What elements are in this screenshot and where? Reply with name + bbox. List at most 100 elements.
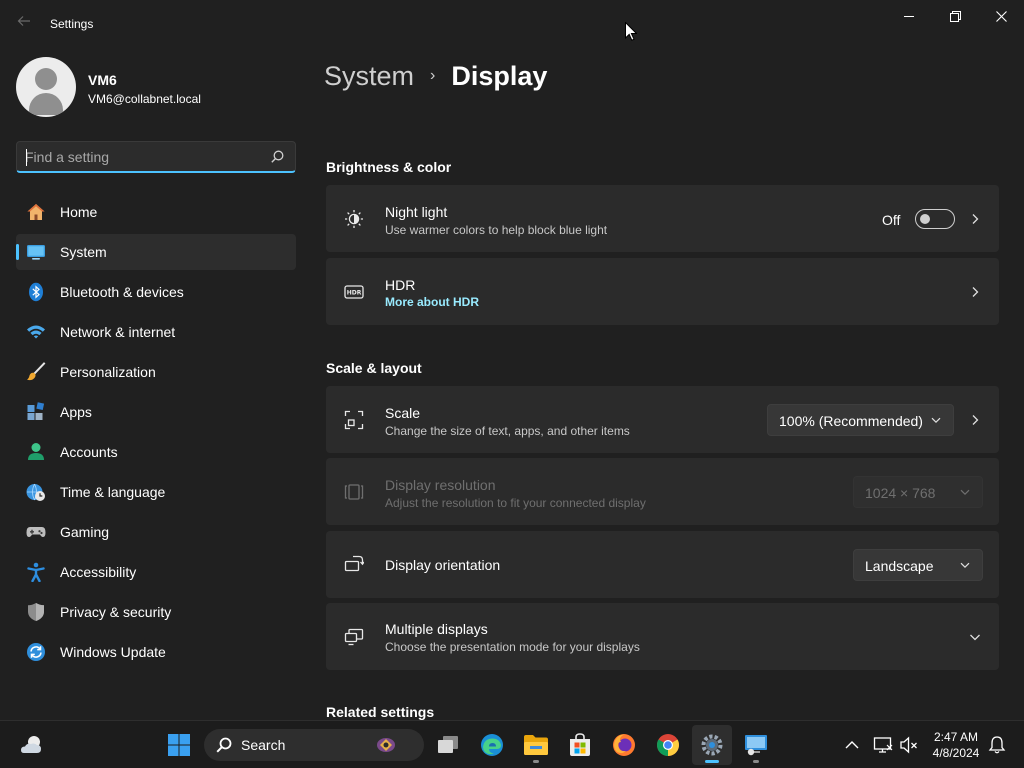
shield-icon xyxy=(28,603,44,621)
search-icon[interactable] xyxy=(271,150,284,163)
file-explorer-taskbar-button[interactable] xyxy=(516,725,556,765)
chevron-down-icon[interactable] xyxy=(969,631,981,643)
back-button[interactable] xyxy=(12,12,36,36)
scale-title: Scale xyxy=(385,405,421,421)
hdr-card[interactable]: HDR HDR More about HDR xyxy=(326,258,999,325)
sidebar-item-time-language[interactable]: Time & language xyxy=(16,474,296,510)
restore-button[interactable] xyxy=(935,4,975,28)
sidebar-item-label: Personalization xyxy=(60,364,156,380)
widgets-icon xyxy=(21,736,41,753)
close-button[interactable] xyxy=(981,4,1021,28)
bluetooth-icon xyxy=(29,282,43,302)
display-orientation-title: Display orientation xyxy=(385,557,501,573)
svg-text:HDR: HDR xyxy=(347,290,362,297)
orientation-icon xyxy=(344,555,364,572)
sidebar-item-label: Gaming xyxy=(60,524,110,540)
display-resolution-subtitle: Adjust the resolution to fit your connec… xyxy=(385,496,646,510)
volume-muted-tray-icon[interactable] xyxy=(899,735,919,755)
sidebar-item-network[interactable]: Network & internet xyxy=(16,314,296,350)
multiple-displays-title: Multiple displays xyxy=(385,621,488,637)
title-bar: Settings xyxy=(0,0,1024,48)
widgets-button[interactable] xyxy=(12,725,52,765)
night-light-toggle-state: Off xyxy=(882,212,901,228)
close-icon xyxy=(995,10,1007,22)
settings-app-icon xyxy=(701,734,723,756)
sidebar-item-apps[interactable]: Apps xyxy=(16,394,296,430)
chevron-right-icon[interactable] xyxy=(969,213,981,225)
settings-window: Settings VM6 VM6@collabnet.local Home xyxy=(0,0,1024,720)
chevron-right-icon: › xyxy=(430,67,436,84)
network-tray-icon[interactable] xyxy=(873,735,893,755)
sidebar-item-label: System xyxy=(60,244,107,260)
task-view-icon xyxy=(438,736,458,753)
multiple-displays-icon xyxy=(344,628,364,646)
hdr-icon: HDR xyxy=(344,285,364,299)
section-title-brightness: Brightness & color xyxy=(326,159,452,175)
taskbar-search-label: Search xyxy=(241,737,286,753)
clock-date: 4/8/2024 xyxy=(932,746,980,760)
sidebar-item-bluetooth[interactable]: Bluetooth & devices xyxy=(16,274,296,310)
chrome-taskbar-button[interactable] xyxy=(648,725,688,765)
sidebar-item-accessibility[interactable]: Accessibility xyxy=(16,554,296,590)
sidebar-item-personalization[interactable]: Personalization xyxy=(16,354,296,390)
sidebar-item-system[interactable]: System xyxy=(16,234,296,270)
sidebar-item-windows-update[interactable]: Windows Update xyxy=(16,634,296,670)
chevron-right-icon[interactable] xyxy=(969,286,981,298)
display-resolution-card: Display resolution Adjust the resolution… xyxy=(326,458,999,525)
chevron-right-icon[interactable] xyxy=(969,414,981,426)
display-orientation-card[interactable]: Display orientation Landscape xyxy=(326,531,999,598)
wifi-icon xyxy=(27,325,45,339)
scale-dropdown[interactable]: 100% (Recommended) xyxy=(767,404,954,436)
sidebar-item-privacy-security[interactable]: Privacy & security xyxy=(16,594,296,630)
store-taskbar-button[interactable] xyxy=(560,725,600,765)
sidebar-item-accounts[interactable]: Accounts xyxy=(16,434,296,470)
resolution-dropdown-value: 1024 × 768 xyxy=(865,485,936,501)
settings-search-box[interactable] xyxy=(16,141,296,173)
settings-taskbar-button[interactable] xyxy=(692,725,732,765)
hdr-title: HDR xyxy=(385,277,416,293)
sidebar-item-gaming[interactable]: Gaming xyxy=(16,514,296,550)
sidebar-item-home[interactable]: Home xyxy=(16,194,296,230)
task-view-button[interactable] xyxy=(428,725,468,765)
accessibility-icon xyxy=(27,562,45,582)
apps-icon xyxy=(27,402,45,420)
resolution-dropdown: 1024 × 768 xyxy=(853,476,983,508)
scale-subtitle: Change the size of text, apps, and other… xyxy=(385,424,630,438)
show-hidden-icons-chevron-icon[interactable] xyxy=(842,735,862,755)
scale-icon xyxy=(344,410,364,430)
taskbar-clock[interactable]: 2:47 AM 4/8/2024 xyxy=(922,729,990,761)
sidebar-nav: Home System Bluetooth & devices Network … xyxy=(16,194,296,674)
sidebar-item-label: Windows Update xyxy=(60,644,166,660)
minimize-icon xyxy=(904,16,914,17)
app-title: Settings xyxy=(50,17,94,31)
display-resolution-title: Display resolution xyxy=(385,477,496,493)
multiple-displays-subtitle: Choose the presentation mode for your di… xyxy=(385,640,640,654)
night-light-toggle[interactable] xyxy=(915,209,955,229)
more-about-hdr-link[interactable]: More about HDR xyxy=(385,295,479,309)
taskbar-search[interactable]: Search xyxy=(204,729,424,761)
chevron-down-icon xyxy=(931,417,941,424)
start-icon xyxy=(168,734,190,756)
notification-bell-icon[interactable] xyxy=(987,735,1007,755)
search-highlight-icon xyxy=(377,738,395,752)
breadcrumb-parent-link[interactable]: System xyxy=(324,61,414,92)
scale-card[interactable]: Scale Change the size of text, apps, and… xyxy=(326,386,999,453)
search-input[interactable] xyxy=(25,147,255,167)
night-light-card[interactable]: Night light Use warmer colors to help bl… xyxy=(326,185,999,252)
sidebar-item-label: Accounts xyxy=(60,444,118,460)
rdp-taskbar-button[interactable] xyxy=(736,725,776,765)
orientation-dropdown[interactable]: Landscape xyxy=(853,549,983,581)
page-title: Display xyxy=(451,60,548,91)
night-light-title: Night light xyxy=(385,204,448,220)
start-button[interactable] xyxy=(159,725,199,765)
minimize-button[interactable] xyxy=(889,4,929,28)
firefox-taskbar-button[interactable] xyxy=(604,725,644,765)
home-icon xyxy=(27,204,45,220)
user-profile[interactable]: VM6 VM6@collabnet.local xyxy=(16,57,296,117)
multiple-displays-card[interactable]: Multiple displays Choose the presentatio… xyxy=(326,603,999,670)
edge-icon xyxy=(481,734,503,756)
orientation-dropdown-value: Landscape xyxy=(865,558,934,574)
breadcrumb: System › Display xyxy=(324,58,547,94)
edge-taskbar-button[interactable] xyxy=(472,725,512,765)
clock-time: 2:47 AM xyxy=(933,730,979,744)
